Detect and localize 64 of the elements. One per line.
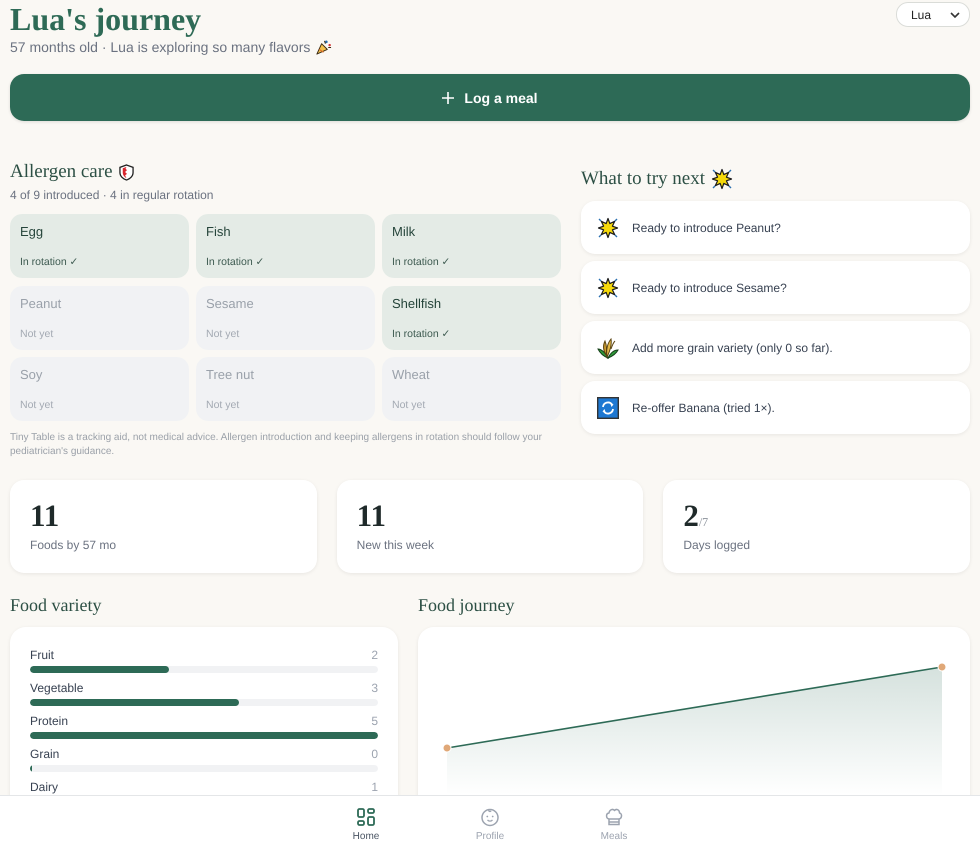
suggestion-card[interactable]: Ready to introduce Peanut? — [581, 201, 970, 254]
stat-total: /7 — [698, 515, 708, 530]
party-popper-icon — [315, 38, 332, 56]
category-count: 5 — [371, 713, 378, 729]
allergen-name: Egg — [20, 224, 44, 239]
stat-label: Foods by 57 mo — [30, 537, 116, 553]
category-count: 0 — [371, 746, 378, 762]
allergen-name: Shellfish — [392, 296, 442, 310]
grain-plant-icon — [597, 336, 619, 358]
suggestion-card[interactable]: Ready to introduce Sesame? — [581, 261, 970, 314]
category-count: 2 — [371, 647, 378, 663]
category-count: 1 — [371, 779, 378, 795]
disclaimer-text: Tiny Table is a tracking aid, not medical advice. Allergen introduction and keeping allergens in rotation should follow your pediatrician's guidance. — [10, 431, 543, 459]
allergen-status: In rotation ✓ — [392, 328, 452, 340]
nav-tab[interactable]: Home — [304, 796, 428, 843]
stat-value: 2 — [683, 500, 699, 532]
chef-hat-icon — [604, 807, 624, 827]
child-select[interactable]: Lua — [896, 2, 970, 27]
category-name: Protein — [30, 713, 68, 729]
allergen-name: Fish — [206, 224, 232, 239]
star-icon — [597, 276, 619, 298]
stat-label: Days logged — [683, 537, 750, 553]
allergen-status: Not yet — [206, 328, 240, 340]
section-heading: Food variety — [10, 595, 102, 615]
section-heading: What to try next — [581, 167, 705, 191]
allergen-status: In rotation ✓ — [392, 256, 452, 269]
allergen-name: Wheat — [392, 367, 431, 382]
section-heading: Allergen care — [10, 160, 113, 184]
allergen-name: Sesame — [206, 296, 255, 310]
category-name: Grain — [30, 746, 60, 762]
grid-icon — [356, 807, 376, 827]
chart-point — [938, 662, 946, 672]
category-name: Fruit — [30, 647, 54, 663]
baby-face-icon — [480, 807, 500, 827]
allergen-name: Soy — [20, 367, 44, 382]
allergen-name: Peanut — [20, 296, 62, 310]
allergen-summary: 4 of 9 introduced · 4 in regular rotation — [10, 187, 214, 203]
stat-value: 11 — [30, 500, 60, 532]
category-name: Dairy — [30, 779, 58, 795]
allergen-status: In rotation ✓ — [206, 256, 266, 269]
refresh-icon — [597, 396, 619, 418]
suggestion-card[interactable]: Add more grain variety (only 0 so far). — [581, 321, 970, 374]
allergen-name: Milk — [392, 224, 416, 239]
shield-icon — [118, 164, 134, 180]
page-subtitle: 57 months old · Lua is exploring so many flavors — [10, 38, 310, 56]
allergen-status: Not yet — [392, 399, 426, 412]
stat-label: New this week — [356, 537, 434, 553]
allergen-status: Not yet — [206, 399, 240, 412]
category-name: Vegetable — [30, 680, 84, 696]
page-title: Lua's journey — [10, 0, 202, 38]
suggestion-card[interactable]: Re-offer Banana (tried 1×). — [581, 381, 970, 434]
allergen-status: Not yet — [20, 399, 54, 412]
star-icon — [597, 216, 619, 238]
sparkle-star-icon — [711, 168, 733, 190]
allergen-status: In rotation ✓ — [20, 256, 80, 269]
chevron-down-icon — [950, 12, 960, 18]
chart-point — [442, 744, 452, 752]
allergen-status: Not yet — [20, 328, 54, 340]
section-heading: Food journey — [418, 595, 516, 615]
plus-icon — [442, 92, 454, 104]
allergen-name: Tree nut — [206, 367, 255, 382]
log-meal-button[interactable]: Log a meal — [10, 74, 970, 121]
stat-value: 11 — [356, 500, 386, 532]
category-count: 3 — [371, 680, 378, 696]
